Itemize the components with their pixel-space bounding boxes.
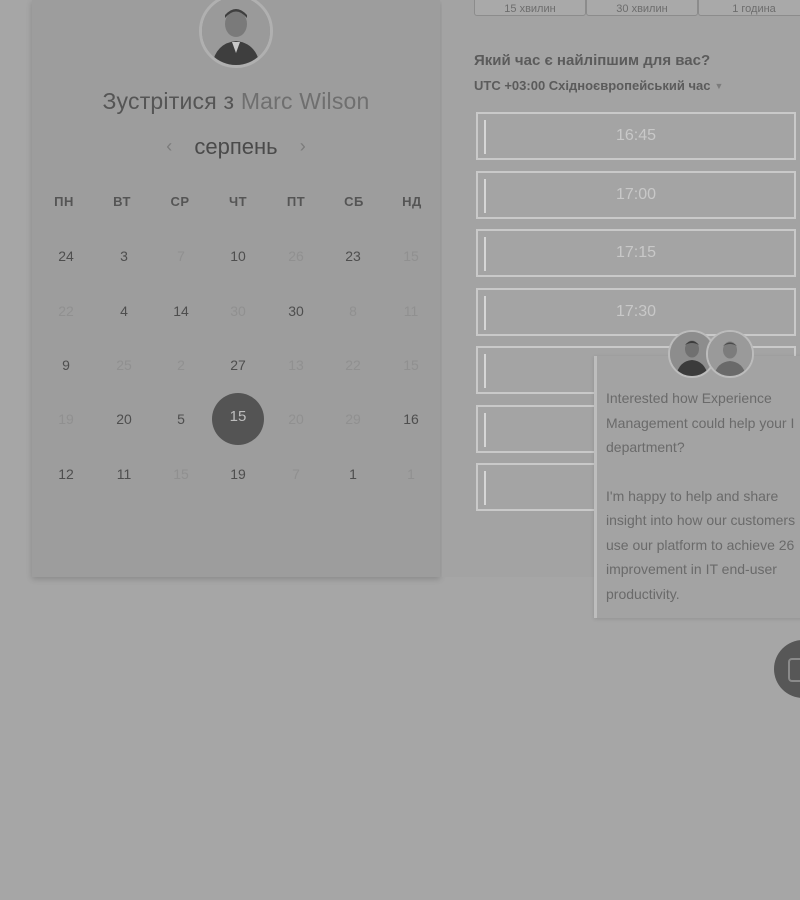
chat-line: insight into how our customers	[606, 512, 796, 528]
chat-line: use our platform to achieve 26	[606, 536, 795, 553]
chat-line: productivity.	[606, 585, 680, 602]
timezone-selector[interactable]: UTC +03:00 Східноєвропейський час ▼	[474, 78, 723, 93]
chevron-left-icon[interactable]: ‹	[166, 136, 172, 157]
tab-30-minutes[interactable]: 30 хвилин	[586, 0, 698, 16]
duration-tabs: 15 хвилин 30 хвилин 1 година	[474, 0, 800, 18]
calendar-day: 7	[177, 248, 185, 264]
calendar-day: 29	[345, 411, 361, 427]
tab-1-hour[interactable]: 1 година	[698, 0, 800, 16]
chat-line: Management could help your I	[606, 414, 795, 431]
weekday-label: СР	[170, 194, 190, 209]
weekday-label: ПН	[54, 194, 74, 209]
calendar-day[interactable]: 23	[333, 236, 373, 276]
time-slot[interactable]: 17:00	[476, 170, 796, 219]
tab-label: 30 хвилин	[616, 3, 668, 15]
weekday-label: НД	[402, 194, 422, 209]
chat-line: department?	[606, 439, 685, 455]
calendar-day[interactable]: 3	[104, 236, 144, 276]
calendar-day: 1	[407, 466, 415, 482]
host-name: Marc Wilson	[240, 88, 370, 114]
calendar-day[interactable]: 4	[104, 291, 144, 331]
calendar-day: 8	[349, 303, 357, 319]
calendar-day: 30	[230, 303, 246, 319]
calendar-day: 25	[116, 357, 132, 373]
chat-popup[interactable]: Interested how Experience Management cou…	[594, 356, 800, 618]
chat-message: Interested how Experience Management cou…	[606, 386, 800, 606]
calendar-day[interactable]: 20	[104, 399, 144, 439]
time-slot[interactable]: 16:45	[476, 112, 796, 160]
time-slot-label: 17:00	[615, 185, 657, 203]
calendar-day: 15	[403, 248, 419, 264]
agent-avatar	[706, 330, 754, 378]
timezone-label: UTC +03:00 Східноєвропейський час	[474, 78, 711, 93]
tab-label: 1 година	[732, 3, 776, 15]
calendar-day[interactable]: 5	[161, 399, 201, 439]
time-question: Який час є найліпшим для вас?	[474, 52, 711, 69]
month-label: серпень	[194, 134, 278, 159]
calendar-day: 26	[288, 248, 304, 264]
calendar-day: 22	[58, 303, 74, 319]
calendar-day[interactable]: 9	[46, 345, 86, 385]
weekday-label: ВТ	[113, 194, 131, 209]
calendar-day[interactable]: 1	[333, 454, 373, 494]
time-slot[interactable]: 17:15	[476, 229, 796, 277]
calendar-day[interactable]: 10	[218, 236, 258, 276]
calendar-day[interactable]: 19	[218, 454, 258, 494]
calendar-day: 15	[173, 466, 189, 482]
weekday-label: ЧТ	[228, 194, 248, 209]
time-slot-label: 16:45	[615, 127, 657, 144]
calendar-day: 7	[292, 466, 300, 482]
calendar-day: 2	[177, 357, 185, 373]
tab-label: 15 хвилин	[504, 3, 556, 15]
weekday-label: ПТ	[286, 194, 306, 209]
chat-line: Interested how Experience	[606, 390, 772, 406]
weekday-label: СБ	[344, 194, 364, 209]
calendar-day: 11	[403, 303, 419, 319]
chevron-right-icon[interactable]: ›	[300, 136, 306, 157]
caret-down-icon: ▼	[714, 81, 724, 91]
calendar-day[interactable]: 12	[46, 454, 86, 494]
chat-line: improvement in IT end-user	[606, 561, 777, 577]
calendar-day: 19	[58, 411, 74, 427]
calendar-day[interactable]: 27	[218, 345, 258, 385]
calendar-day[interactable]: 11	[104, 454, 144, 494]
calendar-day-selected[interactable]: 15	[212, 393, 264, 445]
chat-agent-avatars	[668, 330, 758, 384]
calendar-day[interactable]: 14	[161, 291, 201, 331]
calendar-day: 20	[288, 411, 304, 427]
month-navigation: ‹ серпень ›	[32, 134, 440, 160]
calendar-day[interactable]: 30	[276, 291, 316, 331]
calendar-day: 22	[345, 357, 361, 373]
time-slot[interactable]: 17:30	[476, 287, 796, 336]
meeting-title: Зустрітися з Marc Wilson	[32, 88, 440, 115]
time-slot-label: 17:30	[615, 302, 657, 320]
calendar-day: 15	[403, 357, 419, 373]
calendar-day[interactable]: 24	[46, 236, 86, 276]
chat-launcher-button[interactable]	[774, 640, 800, 698]
chat-line: I'm happy to help and share	[606, 487, 779, 504]
calendar-day[interactable]: 16	[391, 399, 431, 439]
calendar-day: 13	[288, 357, 304, 373]
chat-icon	[788, 658, 800, 682]
time-slot-label: 17:15	[615, 244, 657, 261]
tab-15-minutes[interactable]: 15 хвилин	[474, 0, 586, 16]
meeting-title-prefix: Зустрітися з	[102, 88, 235, 114]
